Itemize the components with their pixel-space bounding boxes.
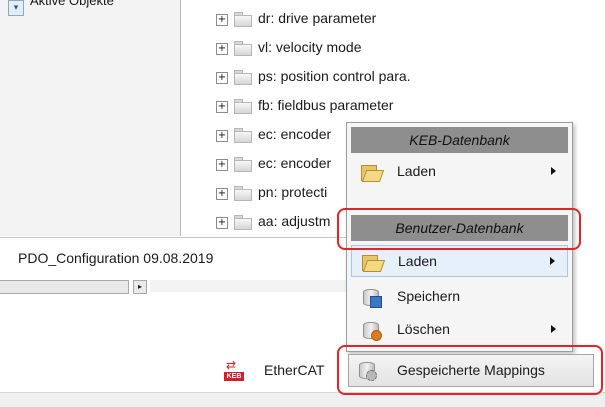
tree-item-label: ec: encoder	[258, 155, 332, 171]
submenu-arrow-icon	[551, 167, 556, 175]
tree-item[interactable]: + dr: drive parameter	[216, 8, 596, 32]
tree-item[interactable]: + ps: position control para.	[216, 66, 596, 90]
horizontal-scrollbar[interactable]	[0, 280, 129, 294]
tree-item-label: pn: protecti	[258, 184, 328, 200]
folder-icon	[234, 12, 252, 27]
ethercat-tab-label: EtherCAT	[264, 362, 325, 378]
panel-divider	[180, 0, 181, 236]
folder-icon	[234, 70, 252, 85]
active-objects-panel: ▾ Aktive Objekte	[0, 0, 180, 236]
ethercat-tab[interactable]: ⇄ KEB EtherCAT	[224, 352, 334, 388]
expand-icon[interactable]: +	[216, 188, 228, 200]
profile-selector[interactable]: PDO_Configuration 09.08.2019	[0, 237, 350, 280]
expand-icon[interactable]: +	[216, 159, 228, 171]
expand-icon[interactable]: +	[216, 72, 228, 84]
folder-icon	[234, 157, 252, 172]
highlight-saved-mappings	[337, 345, 603, 395]
user-save-menu-item[interactable]: Speichern	[351, 281, 568, 313]
tree-item-label: vl: velocity mode	[258, 39, 362, 55]
folder-icon	[234, 128, 252, 143]
menu-item-label: Speichern	[397, 288, 461, 304]
expand-icon[interactable]: +	[216, 217, 228, 229]
expand-icon[interactable]: +	[216, 101, 228, 113]
menu-item-label: Laden	[398, 253, 437, 269]
scroll-right-button[interactable]: ▸	[133, 280, 147, 294]
highlight-user-database	[337, 208, 581, 250]
tree-item-label: dr: drive parameter	[258, 10, 377, 26]
folder-icon	[234, 41, 252, 56]
open-folder-icon	[361, 163, 385, 182]
keb-load-menu-item[interactable]: Laden	[351, 156, 568, 188]
folder-icon	[234, 215, 252, 230]
ethercat-icon: ⇄ KEB	[224, 359, 244, 382]
panel-background	[150, 280, 350, 292]
submenu-arrow-icon	[551, 325, 556, 333]
database-delete-icon	[361, 321, 382, 341]
menu-item-label: Laden	[397, 163, 436, 179]
tree-item[interactable]: + vl: velocity mode	[216, 37, 596, 61]
collapse-dropdown-icon[interactable]: ▾	[8, 0, 24, 16]
expand-icon[interactable]: +	[216, 14, 228, 26]
keb-database-header: KEB-Datenbank	[351, 127, 568, 153]
tree-item-label: ec: encoder	[258, 126, 332, 142]
expand-icon[interactable]: +	[216, 130, 228, 142]
user-delete-menu-item[interactable]: Löschen	[351, 314, 568, 346]
tree-item-label: fb: fieldbus parameter	[258, 97, 394, 113]
database-save-icon	[361, 288, 382, 308]
submenu-arrow-icon	[550, 257, 555, 265]
folder-icon	[234, 186, 252, 201]
open-folder-icon	[362, 253, 386, 272]
folder-icon	[234, 99, 252, 114]
profile-name: PDO_Configuration 09.08.2019	[18, 250, 214, 266]
menu-item-label: Löschen	[397, 321, 450, 337]
active-objects-label: Aktive Objekte	[30, 0, 114, 8]
tree-item-label: ps: position control para.	[258, 68, 411, 84]
tree-item[interactable]: + fb: fieldbus parameter	[216, 95, 596, 119]
expand-icon[interactable]: +	[216, 43, 228, 55]
tree-item-label: aa: adjustm	[258, 213, 331, 229]
